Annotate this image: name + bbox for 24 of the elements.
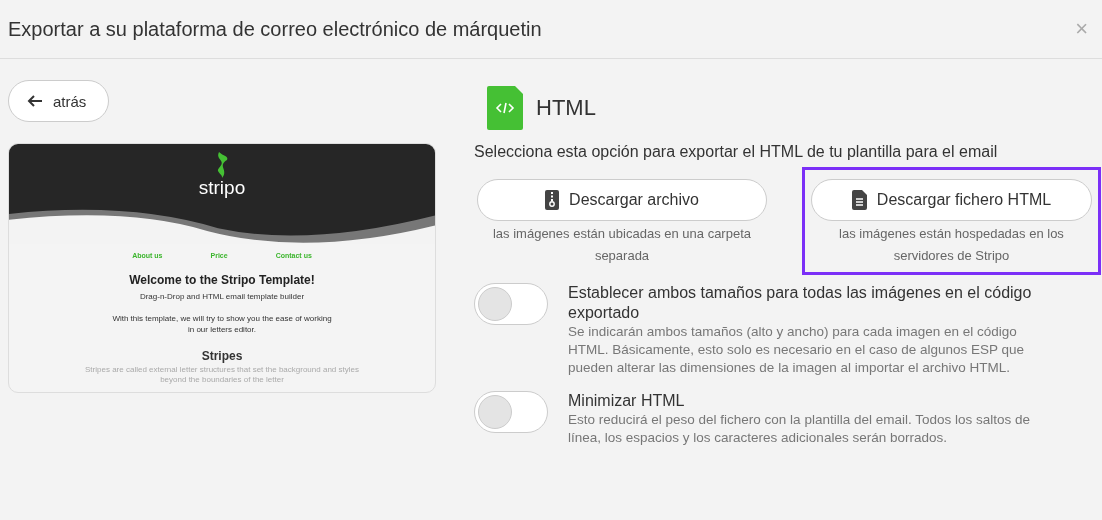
logo-text: stripo <box>198 178 246 198</box>
download-button[interactable]: Descargar fichero HTML <box>811 179 1092 221</box>
preview-subheading: Drag-n-Drop and HTML email template builder <box>139 292 305 301</box>
toggle-switch[interactable] <box>474 391 548 433</box>
setting-description: Esto reducirá el peso del fichero con la plantilla del email. Todos los saltos de línea, los espacios y los caracteres adicionales serán borrados. <box>568 411 1031 447</box>
preview-heading: Welcome to the Stripo Template! <box>129 273 315 287</box>
arrow-left-icon <box>27 94 43 108</box>
document-icon <box>851 190 867 210</box>
dialog-title: Exportar a su plataforma de correo electrónico de márquetin <box>8 17 542 41</box>
setting-title: Minimizar HTML <box>568 391 686 411</box>
section-title: Stripes <box>201 349 243 363</box>
format-description: Selecciona esta opción para exportar el HTML de tu plantilla para el email <box>474 143 999 161</box>
download-button[interactable]: Descargar archivo <box>477 179 767 221</box>
option-note: las imágenes están hospedadas en los servidores de Stripo <box>838 225 1065 265</box>
setting-title: Establecer ambos tamaños para todas las imágenes en el código exportado <box>568 283 1033 323</box>
preview-intro: With this template, we will try to show you the ease of working in our letters editor. <box>112 313 332 335</box>
back-button[interactable]: atrás <box>8 80 110 122</box>
option-note: las imágenes están ubicadas en una carpeta separada <box>492 225 752 265</box>
format-name: HTML <box>536 95 596 121</box>
html-file-icon <box>487 86 523 130</box>
toggle-switch[interactable] <box>474 283 548 325</box>
zip-file-icon <box>545 190 560 210</box>
section-text: Stripes are called external letter structures that set the background and styles beyond the boundaries of the letter <box>84 365 360 385</box>
setting-description: Se indicarán ambos tamaños (alto y ancho) para cada imagen en el código HTML. Básicamente, esto solo es necesario en el caso de algunos ESP que pueden alterar las dimensiones de la imagen al importar el archivo HTML. <box>568 323 1025 377</box>
